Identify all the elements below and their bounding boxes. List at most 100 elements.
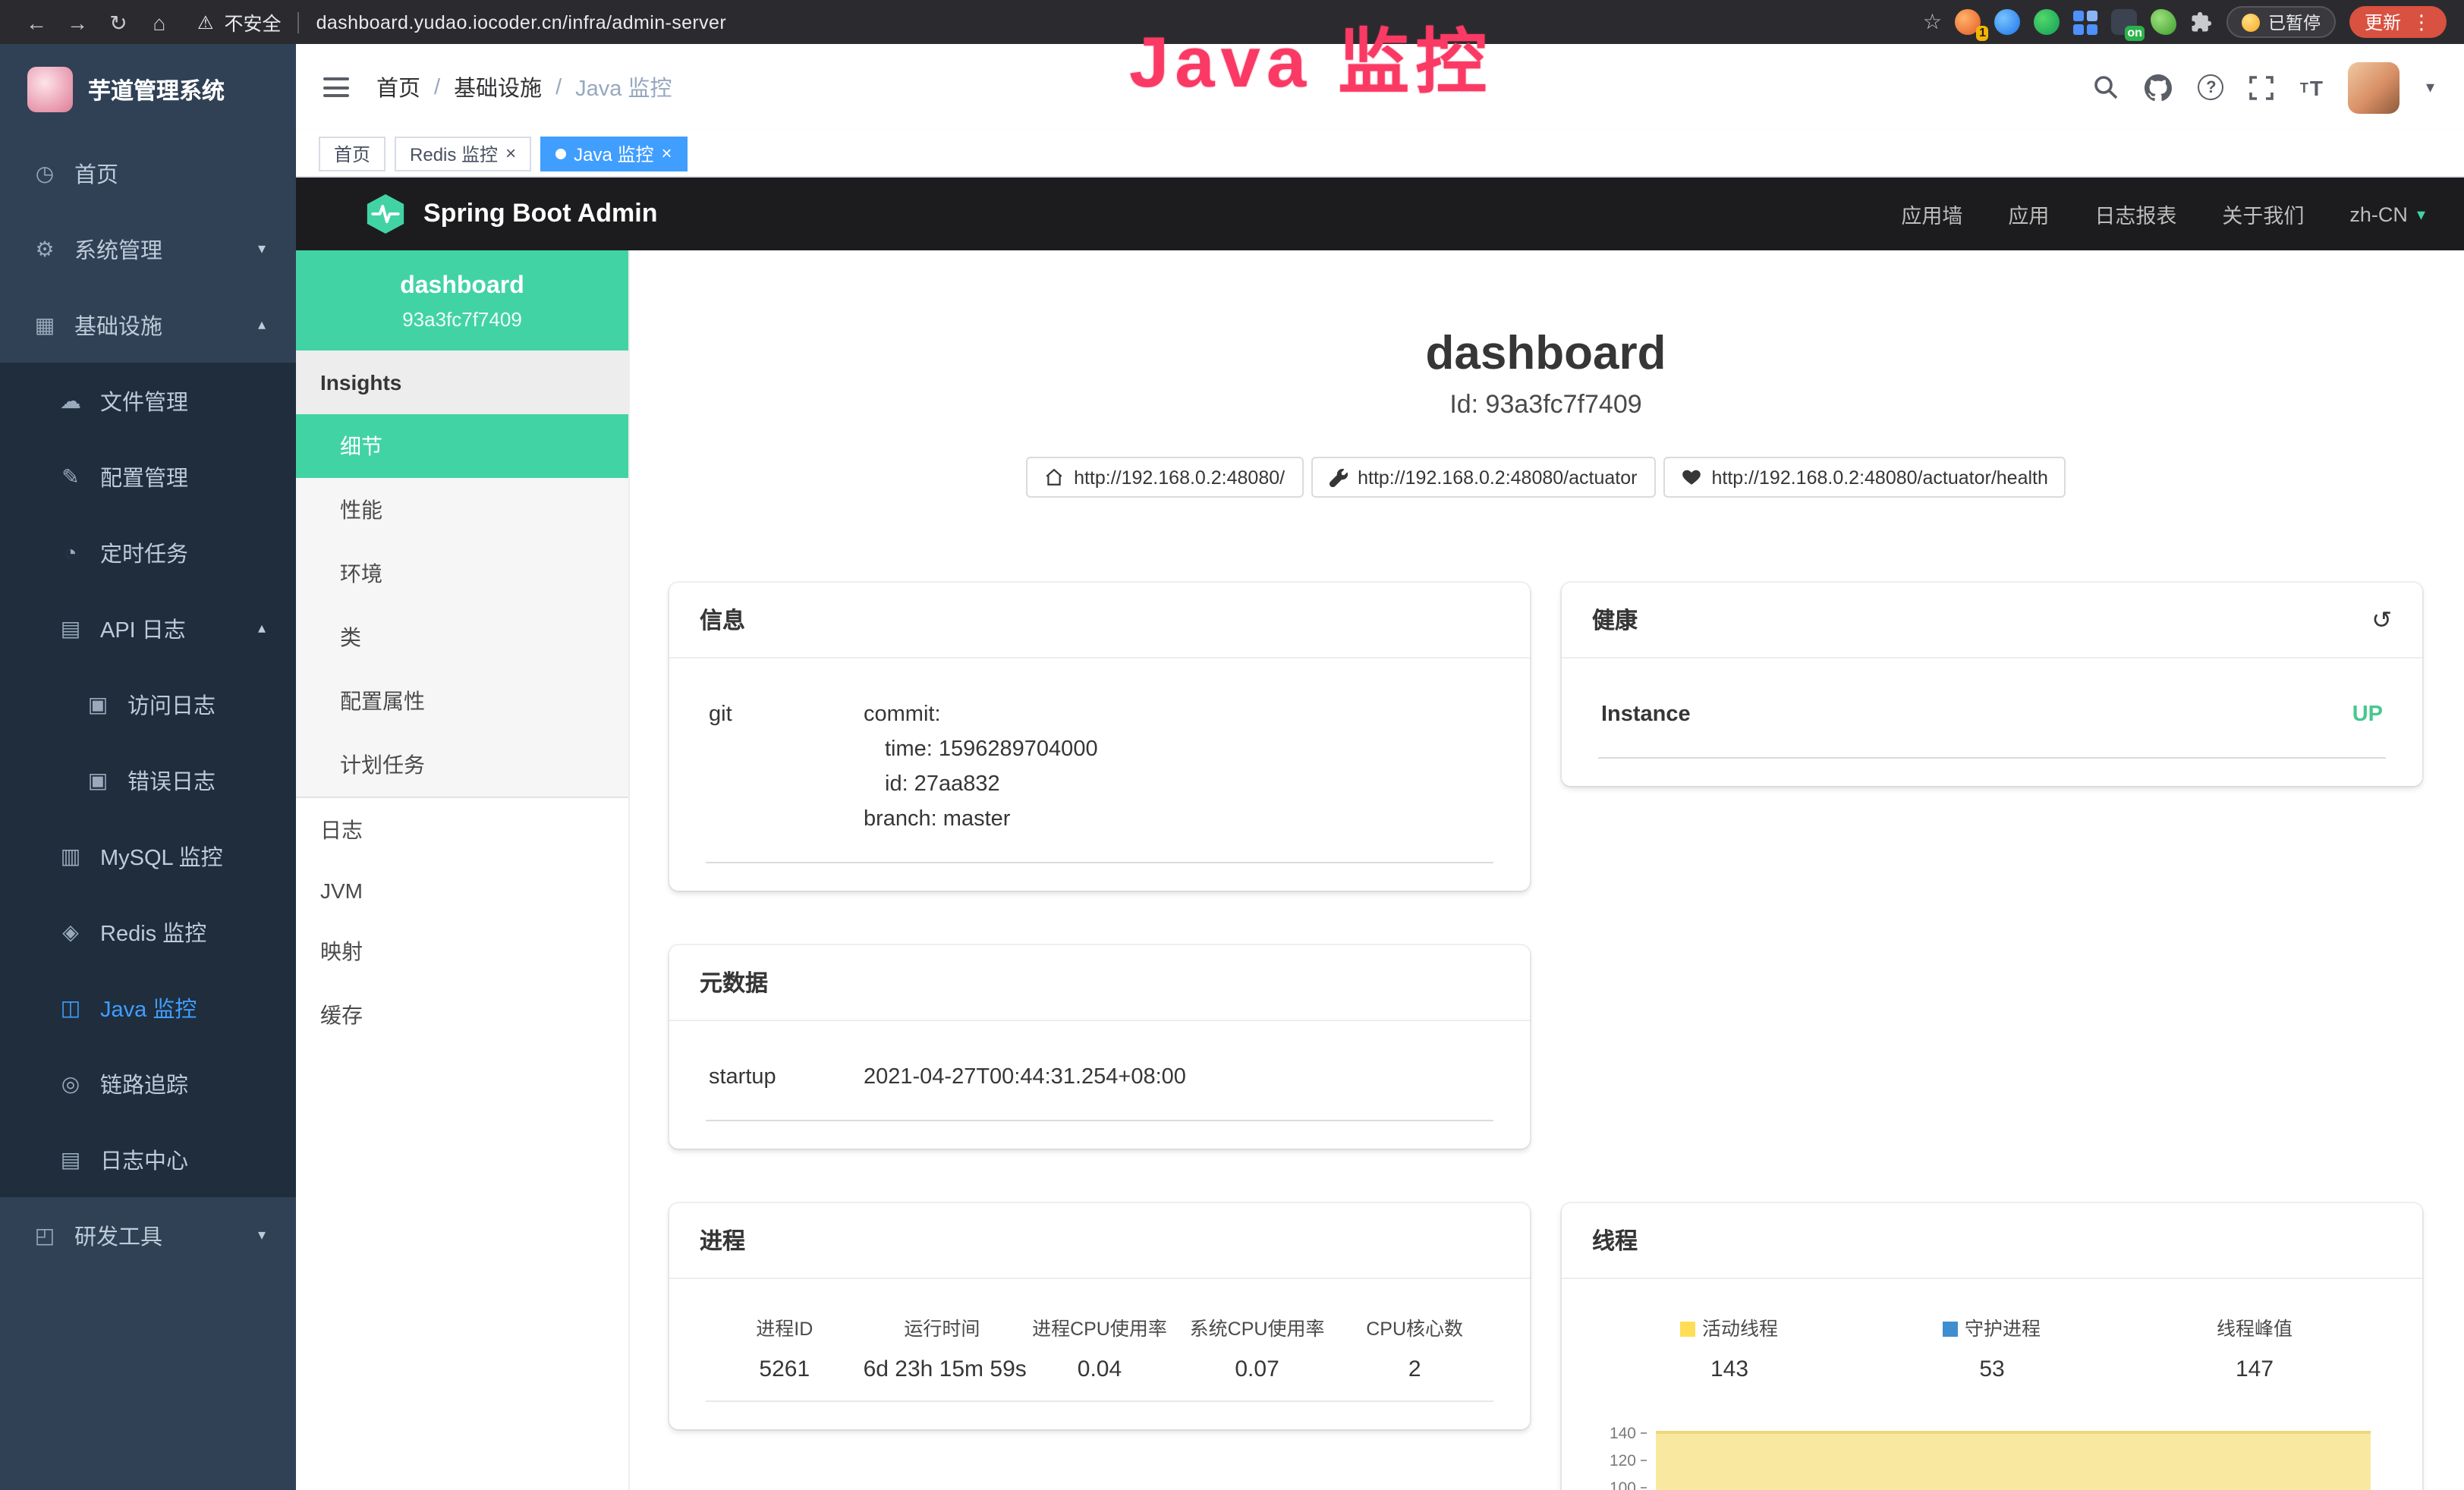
sidebar-item-mysql-monitor[interactable]: ▥ MySQL 监控 (0, 818, 296, 894)
grid-extension-icon[interactable] (2074, 10, 2098, 34)
info-card: 信息 git commit: time: 1596289704000 id: 2… (669, 583, 1530, 891)
threads-card: 线程 活动线程 143 守护进程 (1562, 1203, 2422, 1490)
actuator-url-button[interactable]: http://192.168.0.2:48080/actuator (1311, 457, 1655, 498)
sidebar-item-log-center[interactable]: ▤ 日志中心 (0, 1121, 296, 1197)
chevron-down-icon[interactable]: ▾ (2426, 77, 2434, 97)
menu-item-config-props[interactable]: 配置属性 (296, 669, 628, 733)
menu-item-beans[interactable]: 类 (296, 605, 628, 669)
health-row-instance: Instance UP (1598, 686, 2386, 759)
fox-extension-icon[interactable]: 1 (1956, 9, 1981, 35)
metadata-card: 元数据 startup 2021-04-27T00:44:31.254+08:0… (669, 945, 1530, 1149)
sidebar-item-tracing[interactable]: ◎ 链路追踪 (0, 1045, 296, 1121)
sidebar-item-api-log[interactable]: ▤ API 日志 ▴ (0, 590, 296, 666)
sidebar-item-dev-tools[interactable]: ◰ 研发工具 ▾ (0, 1197, 296, 1273)
font-size-icon[interactable]: TT (2300, 75, 2323, 99)
chevron-up-icon: ▴ (258, 316, 266, 333)
stat-uptime: 运行时间 6d 23h 15m 59s (864, 1312, 1021, 1382)
sidebar-item-label: 日志中心 (100, 1143, 188, 1175)
green-extension-icon[interactable] (2034, 9, 2060, 35)
app-logo-row[interactable]: 芋道管理系统 (0, 44, 296, 135)
daemon-threads-legend-swatch (1943, 1322, 1959, 1337)
metadata-key: startup (709, 1061, 864, 1095)
search-icon[interactable] (2094, 74, 2119, 100)
extensions-puzzle-icon[interactable] (2191, 11, 2214, 33)
close-icon[interactable]: × (505, 144, 516, 162)
app-title: 芋道管理系统 (88, 74, 225, 105)
sidebar-toggle-icon[interactable] (323, 77, 349, 97)
document-icon: ▣ (85, 691, 111, 717)
security-label: 不安全 (225, 8, 282, 36)
fullscreen-icon[interactable] (2250, 75, 2274, 99)
help-icon[interactable]: ? (2198, 74, 2224, 100)
leaf-extension-icon[interactable] (2151, 9, 2177, 35)
nav-journal[interactable]: 日志报表 (2094, 199, 2176, 229)
url-text[interactable]: dashboard.yudao.iocoder.cn/infra/admin-s… (316, 11, 727, 33)
github-icon[interactable] (2145, 74, 2173, 101)
instance-header[interactable]: dashboard 93a3fc7f7409 (296, 250, 628, 350)
sidebar-item-file-manage[interactable]: ☁ 文件管理 (0, 363, 296, 439)
browser-menu-icon[interactable]: ⋮ (2412, 10, 2431, 34)
service-url-button[interactable]: http://192.168.0.2:48080/ (1025, 457, 1303, 498)
security-warning-icon: ⚠ (197, 11, 214, 33)
sidebar-item-label: 错误日志 (127, 764, 216, 796)
menu-item-scheduled-tasks[interactable]: 计划任务 (296, 733, 628, 797)
sidebar-item-system[interactable]: ⚙ 系统管理 ▾ (0, 211, 296, 287)
sidebar-item-config-manage[interactable]: ✎ 配置管理 (0, 439, 296, 514)
sidebar-item-infrastructure[interactable]: ▦ 基础设施 ▴ (0, 287, 296, 363)
paused-label: 已暂停 (2268, 10, 2321, 34)
sidebar-item-access-log[interactable]: ▣ 访问日志 (0, 666, 296, 742)
user-avatar[interactable] (2349, 61, 2400, 113)
health-url-button[interactable]: http://192.168.0.2:48080/actuator/health (1663, 457, 2066, 498)
history-icon[interactable]: ↺ (2371, 605, 2392, 635)
proxy-extension-icon[interactable]: on (2112, 9, 2138, 35)
forward-icon[interactable]: → (59, 4, 96, 40)
toolbox-icon: ◰ (32, 1222, 58, 1248)
menu-item-details[interactable]: 细节 (296, 414, 628, 478)
annotation-text: Java 监控 (1129, 3, 1493, 108)
stat-peak-threads: 线程峰值 147 (2123, 1312, 2386, 1382)
sidebar-item-label: Redis 监控 (100, 916, 206, 948)
sidebar-item-label: 首页 (74, 157, 118, 189)
menu-item-mappings[interactable]: 映射 (296, 919, 628, 983)
info-row-git: git commit: time: 1596289704000 id: 27aa… (706, 686, 1493, 863)
instance-id: 93a3fc7f7409 (311, 308, 613, 331)
sidebar-item-error-log[interactable]: ▣ 错误日志 (0, 742, 296, 818)
close-icon[interactable]: × (661, 144, 672, 162)
tab-java-monitor[interactable]: Java 监控 × (540, 136, 687, 171)
breadcrumb-home[interactable]: 首页 (376, 71, 420, 103)
tab-home[interactable]: 首页 (319, 136, 385, 171)
menu-item-jvm[interactable]: JVM (296, 862, 628, 919)
tab-redis-monitor[interactable]: Redis 监控 × (395, 136, 531, 171)
info-value: commit: time: 1596289704000 id: 27aa832 … (864, 698, 1490, 838)
sidebar-item-scheduled-jobs[interactable]: ◔ 定时任务 (0, 514, 296, 590)
menu-item-metrics[interactable]: 性能 (296, 478, 628, 542)
menu-item-loggers[interactable]: 日志 (296, 798, 628, 862)
menu-item-caches[interactable]: 缓存 (296, 983, 628, 1047)
reload-icon[interactable]: ↻ (100, 4, 137, 40)
update-button[interactable]: 更新 ⋮ (2349, 6, 2447, 38)
nav-about[interactable]: 关于我们 (2222, 199, 2304, 229)
nav-applications[interactable]: 应用 (2008, 199, 2049, 229)
metadata-row-startup: startup 2021-04-27T00:44:31.254+08:00 (706, 1048, 1493, 1121)
chart-y-axis: 140 120 100 (1598, 1422, 1653, 1490)
blue-extension-icon[interactable] (1995, 9, 2021, 35)
insights-group: Insights 细节 性能 环境 类 配置属性 计划任务 (296, 350, 628, 798)
spring-boot-admin-logo (366, 193, 405, 235)
address-bar[interactable]: ⚠ 不安全 dashboard.yudao.iocoder.cn/infra/a… (197, 8, 726, 36)
infrastructure-submenu: ☁ 文件管理 ✎ 配置管理 ◔ 定时任务 ▤ API 日志 ▴ ▣ (0, 363, 296, 1197)
menu-item-environment[interactable]: 环境 (296, 542, 628, 605)
sidebar-item-java-monitor[interactable]: ◫ Java 监控 (0, 970, 296, 1045)
nav-wallboard[interactable]: 应用墙 (1901, 199, 1962, 229)
back-icon[interactable]: ← (18, 4, 55, 40)
live-threads-area (1656, 1431, 2371, 1490)
paused-badge[interactable]: 已暂停 (2227, 6, 2336, 38)
redis-icon: ◈ (58, 919, 83, 945)
log-icon: ▤ (58, 1146, 83, 1172)
sidebar-item-label: 研发工具 (74, 1219, 162, 1251)
bookmark-star-icon[interactable]: ☆ (1923, 9, 1942, 35)
home-icon[interactable]: ⌂ (141, 4, 178, 40)
breadcrumb-infrastructure[interactable]: 基础设施 (454, 71, 542, 103)
sidebar-item-home[interactable]: ◷ 首页 (0, 135, 296, 211)
locale-selector[interactable]: zh-CN ▾ (2349, 203, 2425, 225)
sidebar-item-redis-monitor[interactable]: ◈ Redis 监控 (0, 894, 296, 970)
